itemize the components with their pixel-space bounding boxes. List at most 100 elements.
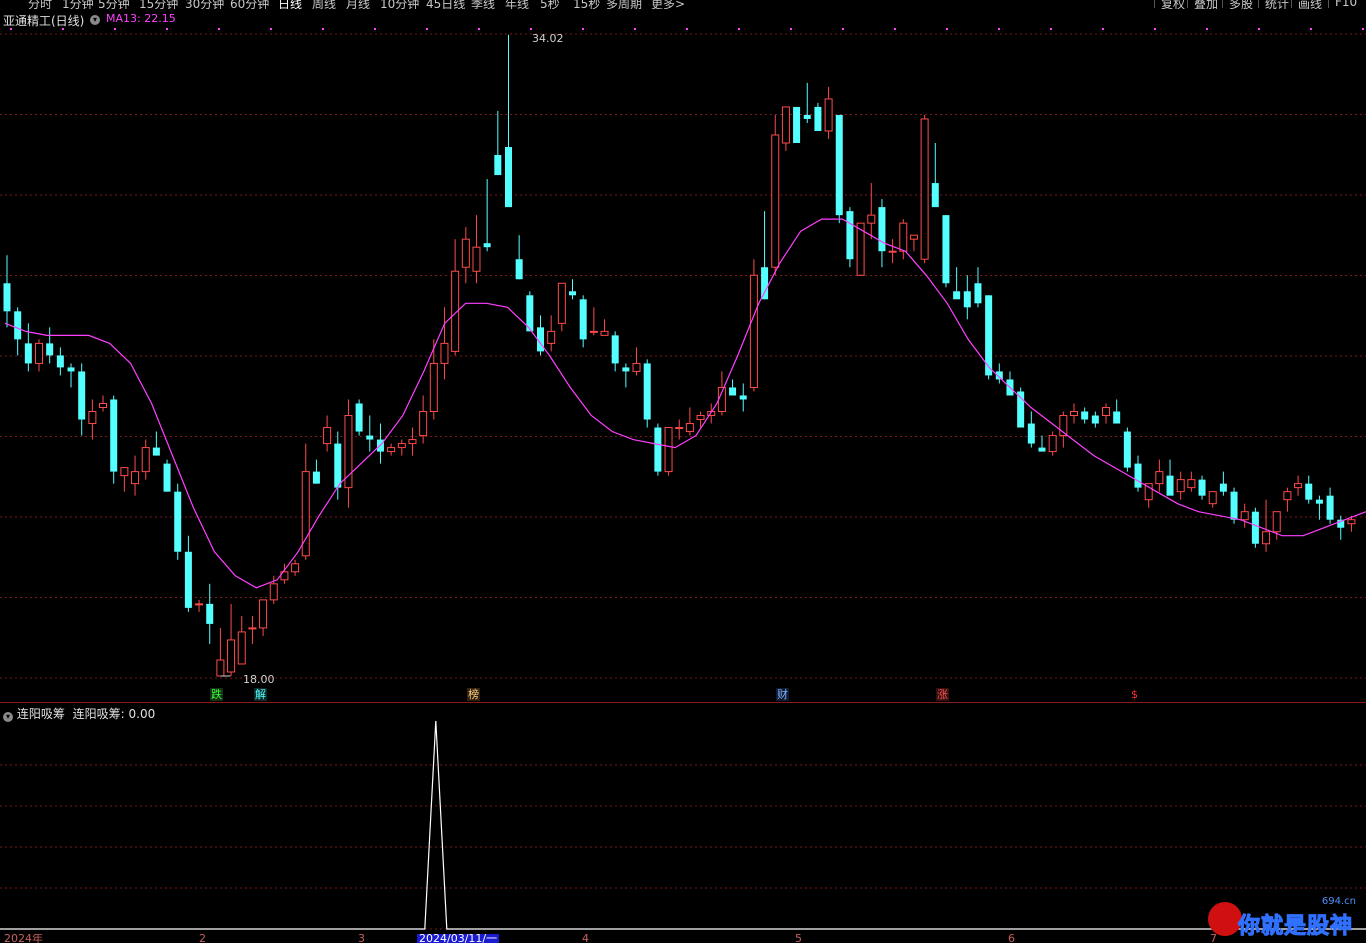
period-tab[interactable]: 多周期 xyxy=(606,0,642,9)
candle-body-down xyxy=(1113,411,1121,424)
candle-body-down xyxy=(622,367,630,372)
candle-body-up xyxy=(344,415,353,489)
signal-dot xyxy=(686,28,688,30)
logo-icon xyxy=(1208,902,1242,936)
candle-body-down xyxy=(1038,447,1046,452)
candle-body-up xyxy=(867,214,876,224)
candle-body-up xyxy=(696,415,705,421)
candle-body-up xyxy=(1208,491,1217,505)
candle-body-up xyxy=(35,342,44,364)
toolbar-button[interactable]: 多股 xyxy=(1222,0,1259,9)
candle-body-up xyxy=(1176,479,1185,493)
toolbar-button[interactable]: 叠加 xyxy=(1187,0,1224,9)
candle-body-down xyxy=(1251,511,1259,544)
low-price-label: 18.00 xyxy=(243,673,275,686)
candle-body-down xyxy=(494,155,502,176)
period-tab[interactable]: 5分钟 xyxy=(98,0,130,9)
chevron-down-icon[interactable]: ▾ xyxy=(90,15,100,25)
period-tab[interactable]: 10分钟 xyxy=(380,0,419,9)
signal-dot xyxy=(1310,28,1312,30)
period-tab[interactable]: 月线 xyxy=(346,0,370,9)
signal-dot xyxy=(530,28,532,30)
period-tab[interactable]: 日线 xyxy=(278,0,302,9)
candle-body-down xyxy=(366,435,374,440)
candle-body-down xyxy=(942,215,950,284)
pane-divider[interactable] xyxy=(0,702,1366,703)
toolbar-button[interactable]: 画线 xyxy=(1291,0,1328,9)
event-marker-jie[interactable]: 解 xyxy=(254,688,267,701)
period-tab[interactable]: 1分钟 xyxy=(62,0,94,9)
candle-body-up xyxy=(419,411,428,437)
signal-dot xyxy=(582,28,584,30)
candle-body-up xyxy=(781,106,790,144)
candlestick-chart[interactable] xyxy=(0,28,1366,700)
candle-body-down xyxy=(1326,495,1334,520)
signal-dot xyxy=(1154,28,1156,30)
signal-dot xyxy=(1258,28,1260,30)
signal-dot xyxy=(998,28,1000,30)
candle-body-up xyxy=(216,659,225,677)
candle-body-up xyxy=(323,427,332,445)
indicator-line xyxy=(0,720,1366,930)
candle-body-up xyxy=(472,246,481,272)
candle-body-up xyxy=(269,583,278,601)
candle-body-up xyxy=(749,274,758,388)
candle-body-up xyxy=(195,603,204,606)
period-tab[interactable]: 60分钟 xyxy=(230,0,269,9)
period-tab[interactable]: 分时 xyxy=(28,0,52,9)
candle-body-down xyxy=(761,267,769,300)
event-marker-dollar[interactable]: $ xyxy=(1130,688,1139,701)
candle-body-up xyxy=(824,98,833,132)
candle-body-down xyxy=(878,207,886,252)
period-tab[interactable]: 年线 xyxy=(505,0,529,9)
period-tab[interactable]: 5秒 xyxy=(540,0,560,9)
signal-dot xyxy=(1050,28,1052,30)
period-tab[interactable]: 45日线 xyxy=(426,0,465,9)
candle-body-up xyxy=(141,447,150,473)
candle-body-up xyxy=(248,627,257,630)
signal-dot xyxy=(218,28,220,30)
candle-body-up xyxy=(440,342,449,364)
toolbar-button[interactable]: F10 xyxy=(1328,0,1363,9)
candle-body-down xyxy=(814,106,822,131)
signal-dot xyxy=(738,28,740,30)
candle-body-down xyxy=(152,447,160,456)
indicator-chart[interactable] xyxy=(0,719,1366,934)
candle-body-up xyxy=(1187,479,1196,489)
candle-body-down xyxy=(14,311,22,340)
candle-body-up xyxy=(1155,471,1164,485)
event-marker-zhang[interactable]: 涨 xyxy=(936,688,949,701)
signal-dot xyxy=(426,28,428,30)
signal-dot xyxy=(894,28,896,30)
period-tab[interactable]: 更多> xyxy=(651,0,685,9)
candle-body-up xyxy=(909,234,918,240)
stock-title: 亚通精工(日线) xyxy=(3,14,85,28)
candle-body-down xyxy=(1081,411,1089,420)
period-tab[interactable]: 周线 xyxy=(312,0,336,9)
period-tab[interactable]: 15分钟 xyxy=(139,0,178,9)
candle-body-down xyxy=(334,443,342,488)
candle-body-down xyxy=(78,371,86,420)
candle-body-down xyxy=(846,211,854,260)
candle-body-up xyxy=(227,639,236,673)
candle-body-down xyxy=(1198,479,1206,496)
signal-dot xyxy=(374,28,376,30)
event-marker-cai[interactable]: 财 xyxy=(776,688,789,701)
event-marker-bang[interactable]: 榜 xyxy=(467,688,480,701)
candle-body-down xyxy=(46,343,54,356)
high-price-label: 34.02 xyxy=(532,32,564,45)
period-tab[interactable]: 15秒 xyxy=(573,0,600,9)
toolbar-button[interactable]: 统计 xyxy=(1258,0,1295,9)
period-tab[interactable]: 季线 xyxy=(471,0,495,9)
toolbar-button[interactable]: 复权 xyxy=(1154,0,1191,9)
candle-body-up xyxy=(547,330,556,344)
event-marker-die[interactable]: 跌 xyxy=(210,688,223,701)
signal-dot xyxy=(1102,28,1104,30)
candle-body-down xyxy=(184,551,192,608)
candle-body-down xyxy=(974,283,982,304)
candle-body-down xyxy=(163,463,171,492)
candle-body-up xyxy=(1294,483,1303,489)
signal-dot xyxy=(790,28,792,30)
candle-body-up xyxy=(771,134,780,268)
period-tab[interactable]: 30分钟 xyxy=(185,0,224,9)
